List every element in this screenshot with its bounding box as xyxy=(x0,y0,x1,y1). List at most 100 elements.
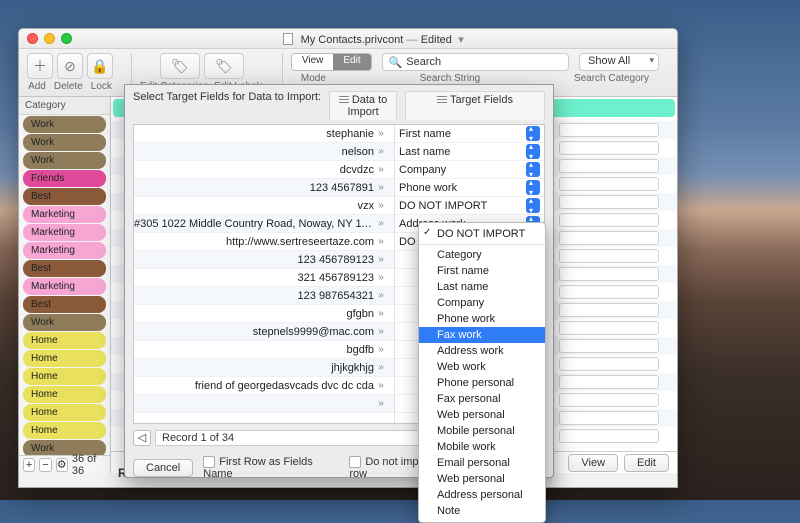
remove-category-button[interactable]: − xyxy=(39,458,51,472)
mode-segmented[interactable]: View Edit xyxy=(291,53,372,71)
sidebar-item[interactable]: Best xyxy=(23,188,106,205)
sidebar-item[interactable]: Best xyxy=(23,296,106,313)
category-filter-select[interactable]: Show All xyxy=(579,53,659,71)
view-button[interactable]: View xyxy=(568,454,618,472)
dropdown-option[interactable]: Phone work xyxy=(419,311,545,327)
dropdown-option[interactable]: Email personal xyxy=(419,455,545,471)
target-select[interactable]: Phone work xyxy=(395,179,544,197)
mode-edit[interactable]: Edit xyxy=(333,54,370,70)
contact-field[interactable] xyxy=(559,249,659,263)
edit-categories-button[interactable]: 🏷 xyxy=(160,53,200,79)
target-field-dropdown[interactable]: DO NOT IMPORT CategoryFirst nameLast name… xyxy=(418,222,546,523)
contact-field[interactable] xyxy=(559,231,659,245)
first-row-checkbox[interactable]: First Row as Fields Name xyxy=(203,456,339,480)
add-button[interactable]: ＋ xyxy=(27,53,53,79)
target-select[interactable]: Last name xyxy=(395,143,544,161)
data-row: 123 456789123» xyxy=(134,251,394,269)
dropdown-option[interactable]: Mobile personal xyxy=(419,423,545,439)
dropdown-option[interactable]: Web work xyxy=(419,359,545,375)
stepper-icon[interactable] xyxy=(526,144,540,159)
sidebar-item[interactable]: Home xyxy=(23,386,106,403)
dropdown-option[interactable]: Category xyxy=(419,247,545,263)
edit-labels-button[interactable]: 🏷 xyxy=(204,53,244,79)
sidebar-item[interactable]: Work xyxy=(23,314,106,331)
delete-button[interactable]: ⊘ xyxy=(57,53,83,79)
contact-field[interactable] xyxy=(559,393,659,407)
contact-field[interactable] xyxy=(559,303,659,317)
stepper-icon[interactable] xyxy=(526,198,540,213)
dropdown-option[interactable]: Mobile work xyxy=(419,439,545,455)
contact-field[interactable] xyxy=(559,141,659,155)
arrow-right-icon: » xyxy=(374,308,388,319)
minimize-icon[interactable] xyxy=(44,33,55,44)
dropdown-option[interactable]: Company xyxy=(419,295,545,311)
mode-view[interactable]: View xyxy=(292,54,334,70)
stepper-icon[interactable] xyxy=(526,126,540,141)
contact-field[interactable] xyxy=(559,357,659,371)
search-input[interactable]: 🔍 Search xyxy=(382,53,569,71)
dropdown-option[interactable]: DO NOT IMPORT xyxy=(419,226,545,242)
contact-field[interactable] xyxy=(559,213,659,227)
contact-field[interactable] xyxy=(559,375,659,389)
sidebar-item[interactable]: Home xyxy=(23,350,106,367)
sidebar-item[interactable]: Marketing xyxy=(23,278,106,295)
title-text: My Contacts.privcont xyxy=(301,34,404,46)
sidebar-item[interactable]: Home xyxy=(23,404,106,421)
sidebar-item[interactable]: Best xyxy=(23,260,106,277)
sidebar-item[interactable]: Work xyxy=(23,134,106,151)
dropdown-option[interactable]: First name xyxy=(419,263,545,279)
contact-field[interactable] xyxy=(559,177,659,191)
sidebar-item[interactable]: Marketing xyxy=(23,224,106,241)
dropdown-option[interactable]: Fax personal xyxy=(419,391,545,407)
sidebar-item[interactable]: Friends xyxy=(23,170,106,187)
sidebar-item[interactable]: Home xyxy=(23,332,106,349)
contact-field[interactable] xyxy=(559,285,659,299)
data-row: stepnels9999@mac.com» xyxy=(134,323,394,341)
cancel-button[interactable]: Cancel xyxy=(133,459,193,477)
contact-field[interactable] xyxy=(559,267,659,281)
stepper-icon[interactable] xyxy=(526,180,540,195)
arrow-right-icon: » xyxy=(374,326,388,337)
chevron-down-icon[interactable]: ▾ xyxy=(458,34,464,46)
count-label: 36 of 36 xyxy=(72,453,106,477)
dropdown-option[interactable]: Note xyxy=(419,503,545,519)
zoom-icon[interactable] xyxy=(61,33,72,44)
target-select[interactable]: Company xyxy=(395,161,544,179)
dropdown-option[interactable]: Web personal xyxy=(419,407,545,423)
prev-record-button[interactable]: ◁ xyxy=(133,430,151,446)
arrow-right-icon: » xyxy=(374,182,388,193)
data-row: gfgbn» xyxy=(134,305,394,323)
contact-field[interactable] xyxy=(559,429,659,443)
sidebar-item[interactable]: Marketing xyxy=(23,206,106,223)
data-column[interactable]: stephanie»nelson»dcvdzc»123 4567891»vzx»… xyxy=(134,125,394,423)
target-select[interactable]: DO NOT IMPORT xyxy=(395,197,544,215)
dropdown-option[interactable]: Web personal xyxy=(419,471,545,487)
dropdown-option[interactable]: Fax work xyxy=(419,327,545,343)
dropdown-option[interactable]: Address personal xyxy=(419,487,545,503)
category-list[interactable]: WorkWorkWorkFriendsBestMarketingMarketin… xyxy=(19,115,110,455)
target-select[interactable]: First name xyxy=(395,125,544,143)
arrow-right-icon: » xyxy=(374,146,388,157)
sidebar-item[interactable]: Work xyxy=(23,152,106,169)
sidebar-item[interactable]: Home xyxy=(23,422,106,439)
lock-button[interactable]: 🔒 xyxy=(87,53,113,79)
contact-field[interactable] xyxy=(559,339,659,353)
contact-field[interactable] xyxy=(559,411,659,425)
dropdown-option[interactable]: Last name xyxy=(419,279,545,295)
sidebar-footer: + − ⚙ 36 of 36 xyxy=(19,455,110,473)
category-sublabel: Search Category xyxy=(574,73,649,84)
gear-icon[interactable]: ⚙ xyxy=(56,458,68,472)
dropdown-option[interactable]: Phone personal xyxy=(419,375,545,391)
sidebar-item[interactable]: Work xyxy=(23,116,106,133)
stepper-icon[interactable] xyxy=(526,162,540,177)
edit-button[interactable]: Edit xyxy=(624,454,669,472)
contact-field[interactable] xyxy=(559,321,659,335)
contact-field[interactable] xyxy=(559,123,659,137)
contact-field[interactable] xyxy=(559,159,659,173)
sidebar-item[interactable]: Home xyxy=(23,368,106,385)
sidebar-item[interactable]: Marketing xyxy=(23,242,106,259)
contact-field[interactable] xyxy=(559,195,659,209)
dropdown-option[interactable]: Address work xyxy=(419,343,545,359)
close-icon[interactable] xyxy=(27,33,38,44)
add-category-button[interactable]: + xyxy=(23,458,35,472)
